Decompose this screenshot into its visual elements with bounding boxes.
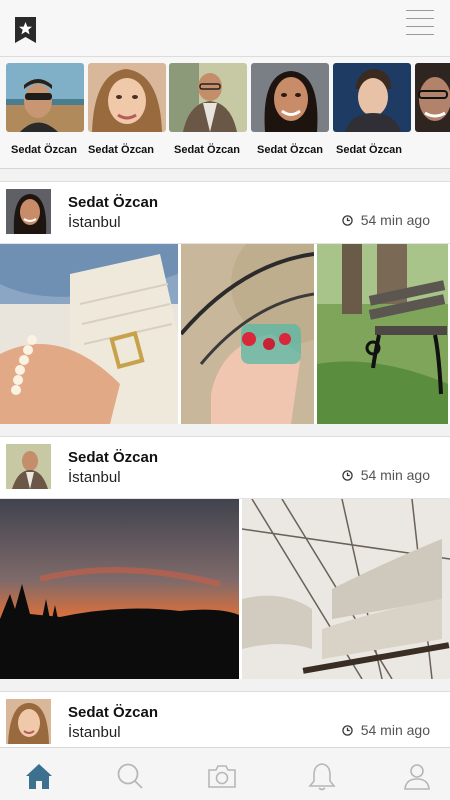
star-bookmark-icon[interactable] <box>15 17 36 43</box>
post-author[interactable]: Sedat Özcan <box>68 704 158 721</box>
top-bar <box>0 0 450 57</box>
clock-icon <box>341 214 353 226</box>
story-photo[interactable] <box>88 63 166 132</box>
post-time: 54 min ago <box>341 212 430 228</box>
tab-bar <box>0 747 450 800</box>
stories-strip[interactable]: Sedat Özcan Sedat Özcan Sedat Özcan Seda… <box>0 57 450 169</box>
post-photo[interactable] <box>181 244 314 424</box>
clock-icon <box>341 469 353 481</box>
post-time-label: 54 min ago <box>360 467 430 483</box>
post-photos <box>0 244 450 424</box>
hamburger-menu-icon[interactable] <box>406 10 434 36</box>
story-name: Sedat Özcan <box>88 144 155 156</box>
story-photo[interactable] <box>333 63 411 132</box>
camera-icon[interactable] <box>207 761 237 791</box>
post-author[interactable]: Sedat Özcan <box>68 194 158 211</box>
post-photo[interactable] <box>0 244 178 424</box>
avatar[interactable] <box>6 699 51 744</box>
story-name: Sedat Özcan <box>11 144 78 156</box>
story-photo[interactable] <box>6 63 84 132</box>
story-name: Sedat Özcan <box>336 144 403 156</box>
post: Sedat Özcan İstanbul 54 min ago <box>0 692 450 747</box>
post-header: Sedat Özcan İstanbul 54 min ago <box>0 437 450 499</box>
post-divider <box>0 424 450 437</box>
feed[interactable]: Sedat Özcan İstanbul 54 min ago Sedat Öz… <box>0 169 450 747</box>
post-header: Sedat Özcan İstanbul 54 min ago <box>0 182 450 244</box>
story-photo[interactable] <box>251 63 329 132</box>
post-time: 54 min ago <box>341 467 430 483</box>
story-name: Sedat Özcan <box>174 144 241 156</box>
post-photo[interactable] <box>317 244 448 424</box>
post-divider <box>0 169 450 182</box>
story-item[interactable]: Sedat Özcan <box>251 63 329 156</box>
post-author[interactable]: Sedat Özcan <box>68 449 158 466</box>
post-photo[interactable] <box>0 499 239 679</box>
home-icon[interactable] <box>24 761 54 791</box>
story-item[interactable] <box>415 63 450 132</box>
post-header: Sedat Özcan İstanbul 54 min ago <box>0 692 450 747</box>
story-name: Sedat Özcan <box>257 144 324 156</box>
post-photos <box>0 499 450 679</box>
post-location[interactable]: İstanbul <box>68 469 121 486</box>
story-photo[interactable] <box>415 63 450 132</box>
clock-icon <box>341 724 353 736</box>
bell-icon[interactable] <box>307 761 337 791</box>
post-time-label: 54 min ago <box>360 722 430 738</box>
post-location[interactable]: İstanbul <box>68 724 121 741</box>
post-time-label: 54 min ago <box>360 212 430 228</box>
profile-icon[interactable] <box>402 761 432 791</box>
avatar[interactable] <box>6 444 51 489</box>
post-divider <box>0 679 450 692</box>
story-item[interactable]: Sedat Özcan <box>6 63 84 156</box>
post: Sedat Özcan İstanbul 54 min ago <box>0 182 450 424</box>
search-icon[interactable] <box>115 761 145 791</box>
story-item[interactable]: Sedat Özcan <box>88 63 166 156</box>
avatar[interactable] <box>6 189 51 234</box>
story-item[interactable]: Sedat Özcan <box>169 63 247 156</box>
post: Sedat Özcan İstanbul 54 min ago <box>0 437 450 679</box>
post-photo[interactable] <box>242 499 450 679</box>
post-location[interactable]: İstanbul <box>68 214 121 231</box>
post-time: 54 min ago <box>341 722 430 738</box>
story-item[interactable]: Sedat Özcan <box>333 63 411 156</box>
story-photo[interactable] <box>169 63 247 132</box>
